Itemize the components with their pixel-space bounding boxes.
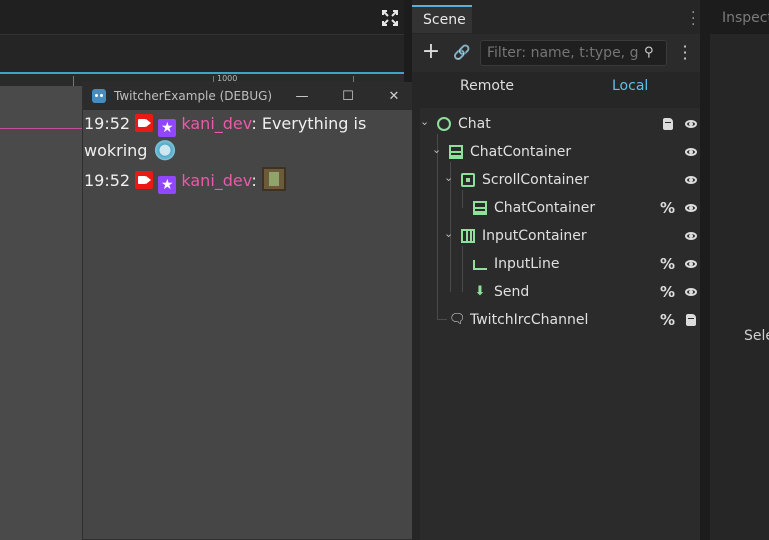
broadcaster-badge-icon bbox=[135, 114, 154, 132]
tree-item-label: TwitchIrcChannel bbox=[470, 312, 589, 328]
visibility-eye-icon[interactable] bbox=[684, 117, 698, 131]
tree-item-send[interactable]: ⬇ Send % bbox=[420, 278, 700, 306]
scene-filter-input[interactable] bbox=[480, 40, 667, 66]
chat-emote-icon bbox=[152, 137, 177, 161]
tab-local[interactable]: Local bbox=[612, 78, 648, 94]
scroll-container-icon bbox=[461, 173, 475, 187]
maximize-button[interactable]: ☐ bbox=[325, 83, 371, 110]
message-time: 19:52 bbox=[84, 114, 131, 133]
collapse-arrow-icon[interactable]: ⌄ bbox=[444, 228, 454, 239]
message-time: 19:52 bbox=[84, 171, 131, 190]
tree-item-label: Chat bbox=[458, 116, 491, 132]
anchor-percent-icon[interactable]: % bbox=[660, 257, 675, 272]
chat-message: 19:52 ★ kani_dev: Everything is wokring bbox=[83, 111, 417, 167]
button-icon: ⬇ bbox=[474, 284, 486, 299]
search-icon: ⚲ bbox=[644, 45, 654, 60]
tab-inspector[interactable]: Inspector bbox=[722, 10, 769, 26]
line-edit-icon bbox=[473, 260, 487, 270]
tree-item-label: ScrollContainer bbox=[482, 172, 589, 188]
tab-remote[interactable]: Remote bbox=[460, 78, 514, 94]
tree-item-twitchircchannel[interactable]: 🗨 TwitchIrcChannel % bbox=[420, 306, 700, 334]
minimize-button[interactable]: — bbox=[279, 83, 325, 110]
tree-item-label: ChatContainer bbox=[470, 144, 572, 160]
godot-logo-icon bbox=[92, 89, 106, 103]
scene-tree: ⌄ Chat ⌄ ChatContainer ⌄ ScrollContainer… bbox=[420, 108, 700, 540]
inspector-panel bbox=[710, 34, 769, 540]
node-circle-icon bbox=[437, 117, 451, 131]
tree-item-label: Send bbox=[494, 284, 530, 300]
ruler-tick bbox=[73, 76, 74, 86]
script-icon[interactable] bbox=[684, 313, 698, 327]
dock-menu-icon[interactable]: · · · bbox=[691, 6, 697, 32]
scene-toolbar: + 🔗 ⚲ ··· bbox=[412, 34, 700, 72]
visibility-eye-icon[interactable] bbox=[684, 229, 698, 243]
subscriber-star-badge-icon: ★ bbox=[158, 119, 177, 137]
chat-bubble-node-icon: 🗨 bbox=[449, 312, 466, 327]
visibility-eye-icon[interactable] bbox=[684, 173, 698, 187]
hbox-container-icon bbox=[461, 229, 475, 243]
chat-log: 19:52 ★ kani_dev: Everything is wokring … bbox=[83, 111, 417, 198]
scene-options-menu-icon[interactable]: · · · bbox=[680, 39, 690, 67]
collapse-arrow-icon[interactable]: ⌄ bbox=[444, 172, 454, 183]
vbox-container-icon bbox=[473, 201, 487, 215]
message-separator: : bbox=[251, 171, 257, 190]
tree-item-inputline[interactable]: InputLine % bbox=[420, 250, 700, 278]
instance-scene-link-icon[interactable]: 🔗 bbox=[452, 43, 472, 63]
tree-item-chatcontainer-inner[interactable]: ChatContainer % bbox=[420, 194, 700, 222]
vbox-container-icon bbox=[449, 145, 463, 159]
close-button[interactable]: ✕ bbox=[371, 83, 417, 110]
visibility-eye-icon[interactable] bbox=[684, 145, 698, 159]
visibility-eye-icon[interactable] bbox=[684, 285, 698, 299]
chat-emote-icon bbox=[261, 167, 286, 191]
window-title: TwitcherExample (DEBUG) bbox=[114, 89, 273, 103]
inspector-hint-text: Select bbox=[744, 328, 769, 344]
subscriber-star-badge-icon: ★ bbox=[158, 176, 177, 194]
message-username: kani_dev bbox=[181, 114, 252, 133]
broadcaster-badge-icon bbox=[135, 171, 154, 189]
tree-item-chatcontainer[interactable]: ⌄ ChatContainer bbox=[420, 138, 700, 166]
message-username: kani_dev bbox=[181, 171, 252, 190]
anchor-percent-icon[interactable]: % bbox=[660, 201, 675, 216]
game-debug-window[interactable]: TwitcherExample (DEBUG) — ☐ ✕ 19:52 ★ ka… bbox=[82, 82, 418, 540]
tree-item-label: InputLine bbox=[494, 256, 560, 272]
inspector-dock: Inspector Select bbox=[700, 0, 769, 540]
anchor-percent-icon[interactable]: % bbox=[660, 285, 675, 300]
collapse-arrow-icon[interactable]: ⌄ bbox=[420, 116, 430, 127]
chat-message: 19:52 ★ kani_dev: bbox=[83, 167, 417, 198]
viewport-guide-line bbox=[0, 128, 84, 129]
tree-item-label: ChatContainer bbox=[494, 200, 596, 216]
visibility-eye-icon[interactable] bbox=[684, 201, 698, 215]
tab-scene[interactable]: Scene bbox=[412, 5, 472, 33]
tree-item-inputcontainer[interactable]: ⌄ InputContainer bbox=[420, 222, 700, 250]
anchor-percent-icon[interactable]: % bbox=[660, 313, 675, 328]
scene-dock: Scene ··· + 🔗 ⚲ ··· Remote Local ⌄ Chat … bbox=[412, 0, 700, 540]
add-node-button[interactable]: + bbox=[420, 41, 442, 64]
tree-item-scrollcontainer[interactable]: ⌄ ScrollContainer bbox=[420, 166, 700, 194]
visibility-eye-icon[interactable] bbox=[684, 257, 698, 271]
fullscreen-icon[interactable] bbox=[381, 9, 399, 27]
script-icon[interactable] bbox=[661, 117, 675, 131]
tree-item-chat[interactable]: ⌄ Chat bbox=[420, 110, 700, 138]
editor-toolbar bbox=[0, 0, 404, 34]
collapse-arrow-icon[interactable]: ⌄ bbox=[432, 144, 442, 155]
window-titlebar[interactable]: TwitcherExample (DEBUG) — ☐ ✕ bbox=[83, 83, 417, 110]
tree-item-label: InputContainer bbox=[482, 228, 587, 244]
editor-subtoolbar bbox=[0, 34, 404, 73]
